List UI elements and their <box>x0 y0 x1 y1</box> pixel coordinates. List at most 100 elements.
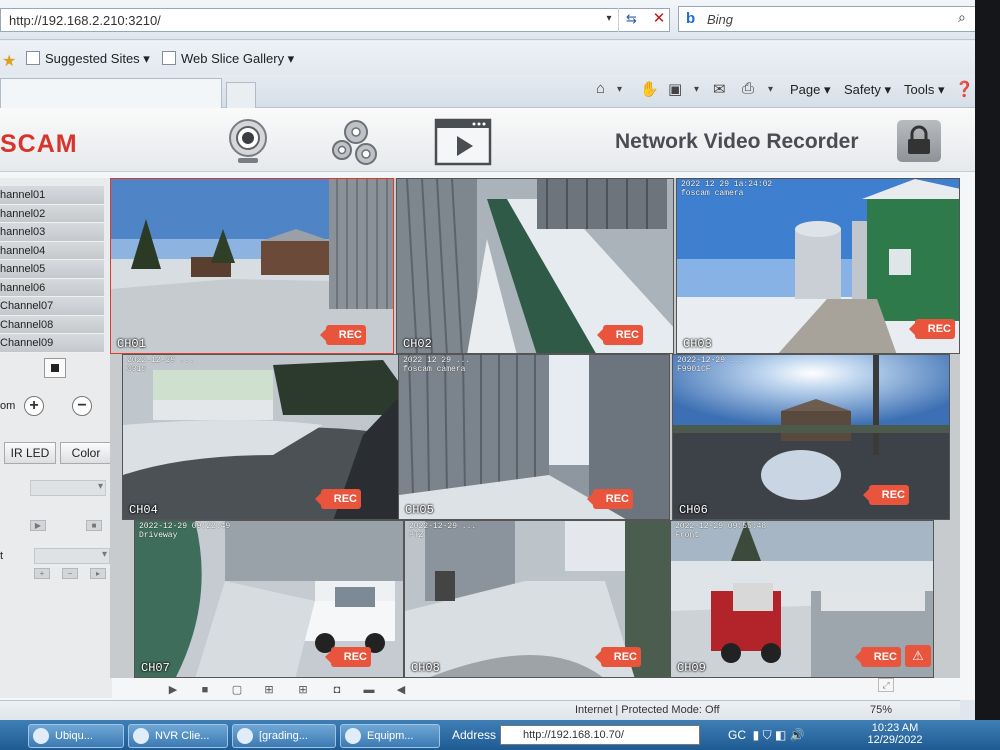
tools-menu[interactable]: Tools ▾ <box>904 82 945 98</box>
new-tab-button[interactable] <box>226 82 256 108</box>
app-icon <box>345 728 361 744</box>
channel-item[interactable]: hannel01 <box>0 186 104 205</box>
zoom-out-button[interactable]: − <box>72 396 92 416</box>
playback-icon[interactable] <box>434 116 492 168</box>
channel-label: CH05 <box>405 503 434 517</box>
app-header: SCAM Network Video Recorder <box>0 108 975 172</box>
lock-icon[interactable] <box>897 120 941 162</box>
channel-label: CH08 <box>411 661 440 675</box>
home-icon[interactable]: ⌂ <box>596 80 605 97</box>
camera-tile-ch06[interactable]: 2022-12-29 ... F9901CF REC CH06 <box>672 354 950 520</box>
taskbar-item[interactable]: [grading... <box>232 724 336 748</box>
play-small-button[interactable]: ▶ <box>30 520 46 531</box>
rss-icon[interactable]: ▣ <box>668 80 682 98</box>
settings-gears-icon[interactable] <box>326 116 382 168</box>
playback-toolbar: ▶ ■ ▢ ⊞ ⊞ ◘ ▬ ◀ <box>150 682 910 700</box>
go-preset-button[interactable]: ▸ <box>90 568 106 579</box>
tab-nvr[interactable] <box>0 78 222 108</box>
hand-icon[interactable]: ✋ <box>640 80 659 98</box>
nvr-app: SCAM Network Video Recorder hannel01 han… <box>0 108 975 700</box>
camera-tile-ch09[interactable]: 2022-12-29 09:55:48 Front REC ⚠ CH09 <box>670 520 934 678</box>
taskbar-item[interactable]: Ubiqu... <box>28 724 124 748</box>
camera-tile-ch03[interactable]: 2022 12 29 1a:24:02 foscam camera REC CH… <box>676 178 960 354</box>
channel-item[interactable]: Channel07 <box>0 297 104 316</box>
page-icon <box>26 51 40 65</box>
add-preset-button[interactable]: + <box>34 568 50 579</box>
refresh-icon[interactable]: ⇆ <box>618 8 644 32</box>
zoom-in-button[interactable]: + <box>24 396 44 416</box>
camera-osd: 2022 12 29 1a:24:02 foscam camera <box>681 180 773 198</box>
rec-badge: REC <box>909 319 955 339</box>
channel-label: CH09 <box>677 661 706 675</box>
channel-item[interactable]: Channel08 <box>0 315 104 334</box>
print-dropdown-icon[interactable]: ▾ <box>768 84 773 95</box>
home-dropdown-icon[interactable]: ▾ <box>617 84 622 95</box>
zoom-label: om <box>0 400 16 412</box>
dropdown-select[interactable] <box>30 480 106 496</box>
stop-small-button[interactable]: ■ <box>86 520 102 531</box>
url-input[interactable]: http://192.168.2.210:3210/ <box>0 8 670 32</box>
channel-item[interactable]: Channel09 <box>0 334 104 353</box>
channel-item[interactable]: hannel04 <box>0 241 104 260</box>
camera-tile-ch05[interactable]: 2022 12 29 ... foscam camera REC CH05 <box>398 354 670 520</box>
tray-icons: GC ▮ ⛉ ◧ 🔊 <box>728 728 805 742</box>
fullscreen-icon[interactable]: ⤢ <box>878 678 894 692</box>
app-title: Network Video Recorder <box>615 130 859 153</box>
channel-item[interactable]: hannel06 <box>0 278 104 297</box>
camera-tile-ch02[interactable]: REC CH02 <box>396 178 674 354</box>
color-button[interactable]: Color <box>60 442 112 464</box>
favorites-star-icon[interactable]: ★ <box>2 51 16 71</box>
nine-view-icon[interactable]: ⊞ <box>292 682 314 698</box>
taskbar-item[interactable]: NVR Clie... <box>128 724 228 748</box>
audio-icon[interactable]: ◀ <box>390 682 412 698</box>
favorite-web-slice-gallery[interactable]: Web Slice Gallery ▾ <box>162 51 294 67</box>
url-dropdown-icon[interactable]: ▾ <box>602 10 616 28</box>
page-menu[interactable]: Page ▾ <box>790 82 831 98</box>
ir-led-button[interactable]: IR LED <box>4 442 56 464</box>
rec-badge: REC <box>325 647 371 667</box>
firefox-icon <box>237 728 253 744</box>
snapshot-icon[interactable]: ◘ <box>326 682 348 698</box>
rec-badge: REC <box>595 647 641 667</box>
channel-item[interactable]: hannel05 <box>0 260 104 279</box>
rss-dropdown-icon[interactable]: ▾ <box>694 84 699 95</box>
mail-icon[interactable]: ✉ <box>713 80 726 98</box>
camera-tile-ch07[interactable]: 2022-12-29 09:22:49 Driveway REC CH07 <box>134 520 404 678</box>
camera-tile-ch01[interactable]: REC CH01 <box>110 178 394 354</box>
record-icon[interactable]: ▬ <box>358 682 380 698</box>
channel-label: CH06 <box>679 503 708 517</box>
bing-icon: b <box>686 10 696 27</box>
t-label: t <box>0 550 4 562</box>
camera-tile-ch08[interactable]: 2022-12-29 ... PTZ REC CH08 <box>404 520 672 678</box>
camera-tile-ch04[interactable]: 2022-12-29 ... 0315 REC CH04 <box>122 354 400 520</box>
quad-view-icon[interactable]: ⊞ <box>258 682 280 698</box>
channel-item[interactable]: hannel02 <box>0 204 104 223</box>
rec-badge: REC <box>855 647 901 667</box>
rec-badge: REC <box>587 489 633 509</box>
address-toolbar-input[interactable]: http://192.168.10.70/ <box>500 725 700 745</box>
remove-preset-button[interactable]: − <box>62 568 78 579</box>
search-icon[interactable]: ⌕ <box>958 9 966 26</box>
safety-menu[interactable]: Safety ▾ <box>844 82 891 98</box>
foscam-logo: SCAM <box>0 130 78 158</box>
single-view-icon[interactable]: ▢ <box>226 682 248 698</box>
zoom-level[interactable]: 75% <box>870 704 892 716</box>
channel-label: CH02 <box>403 337 432 351</box>
taskbar-item[interactable]: Equipm... <box>340 724 440 748</box>
stop-icon[interactable]: ■ <box>194 682 216 698</box>
search-input[interactable]: Bing <box>678 6 990 32</box>
stop-icon[interactable]: ✕ <box>646 8 672 32</box>
help-icon[interactable]: ❓ <box>955 80 974 98</box>
print-icon[interactable]: ⎙ <box>742 80 754 97</box>
preset-select[interactable] <box>34 548 110 564</box>
clock[interactable]: 10:23 AM 12/29/2022 <box>860 722 930 746</box>
favorite-suggested-sites[interactable]: Suggested Sites ▾ <box>26 51 150 67</box>
channel-label: CH03 <box>683 337 712 351</box>
channel-item[interactable]: hannel03 <box>0 223 104 242</box>
live-view-camera-icon[interactable] <box>222 116 278 168</box>
alarm-icon: ⚠ <box>905 645 931 667</box>
ie-icon <box>133 728 149 744</box>
stop-button[interactable] <box>44 358 66 378</box>
address-bar: http://192.168.2.210:3210/ ▾ ⇆ ✕ Bing b … <box>0 0 1000 40</box>
play-icon[interactable]: ▶ <box>162 682 184 698</box>
